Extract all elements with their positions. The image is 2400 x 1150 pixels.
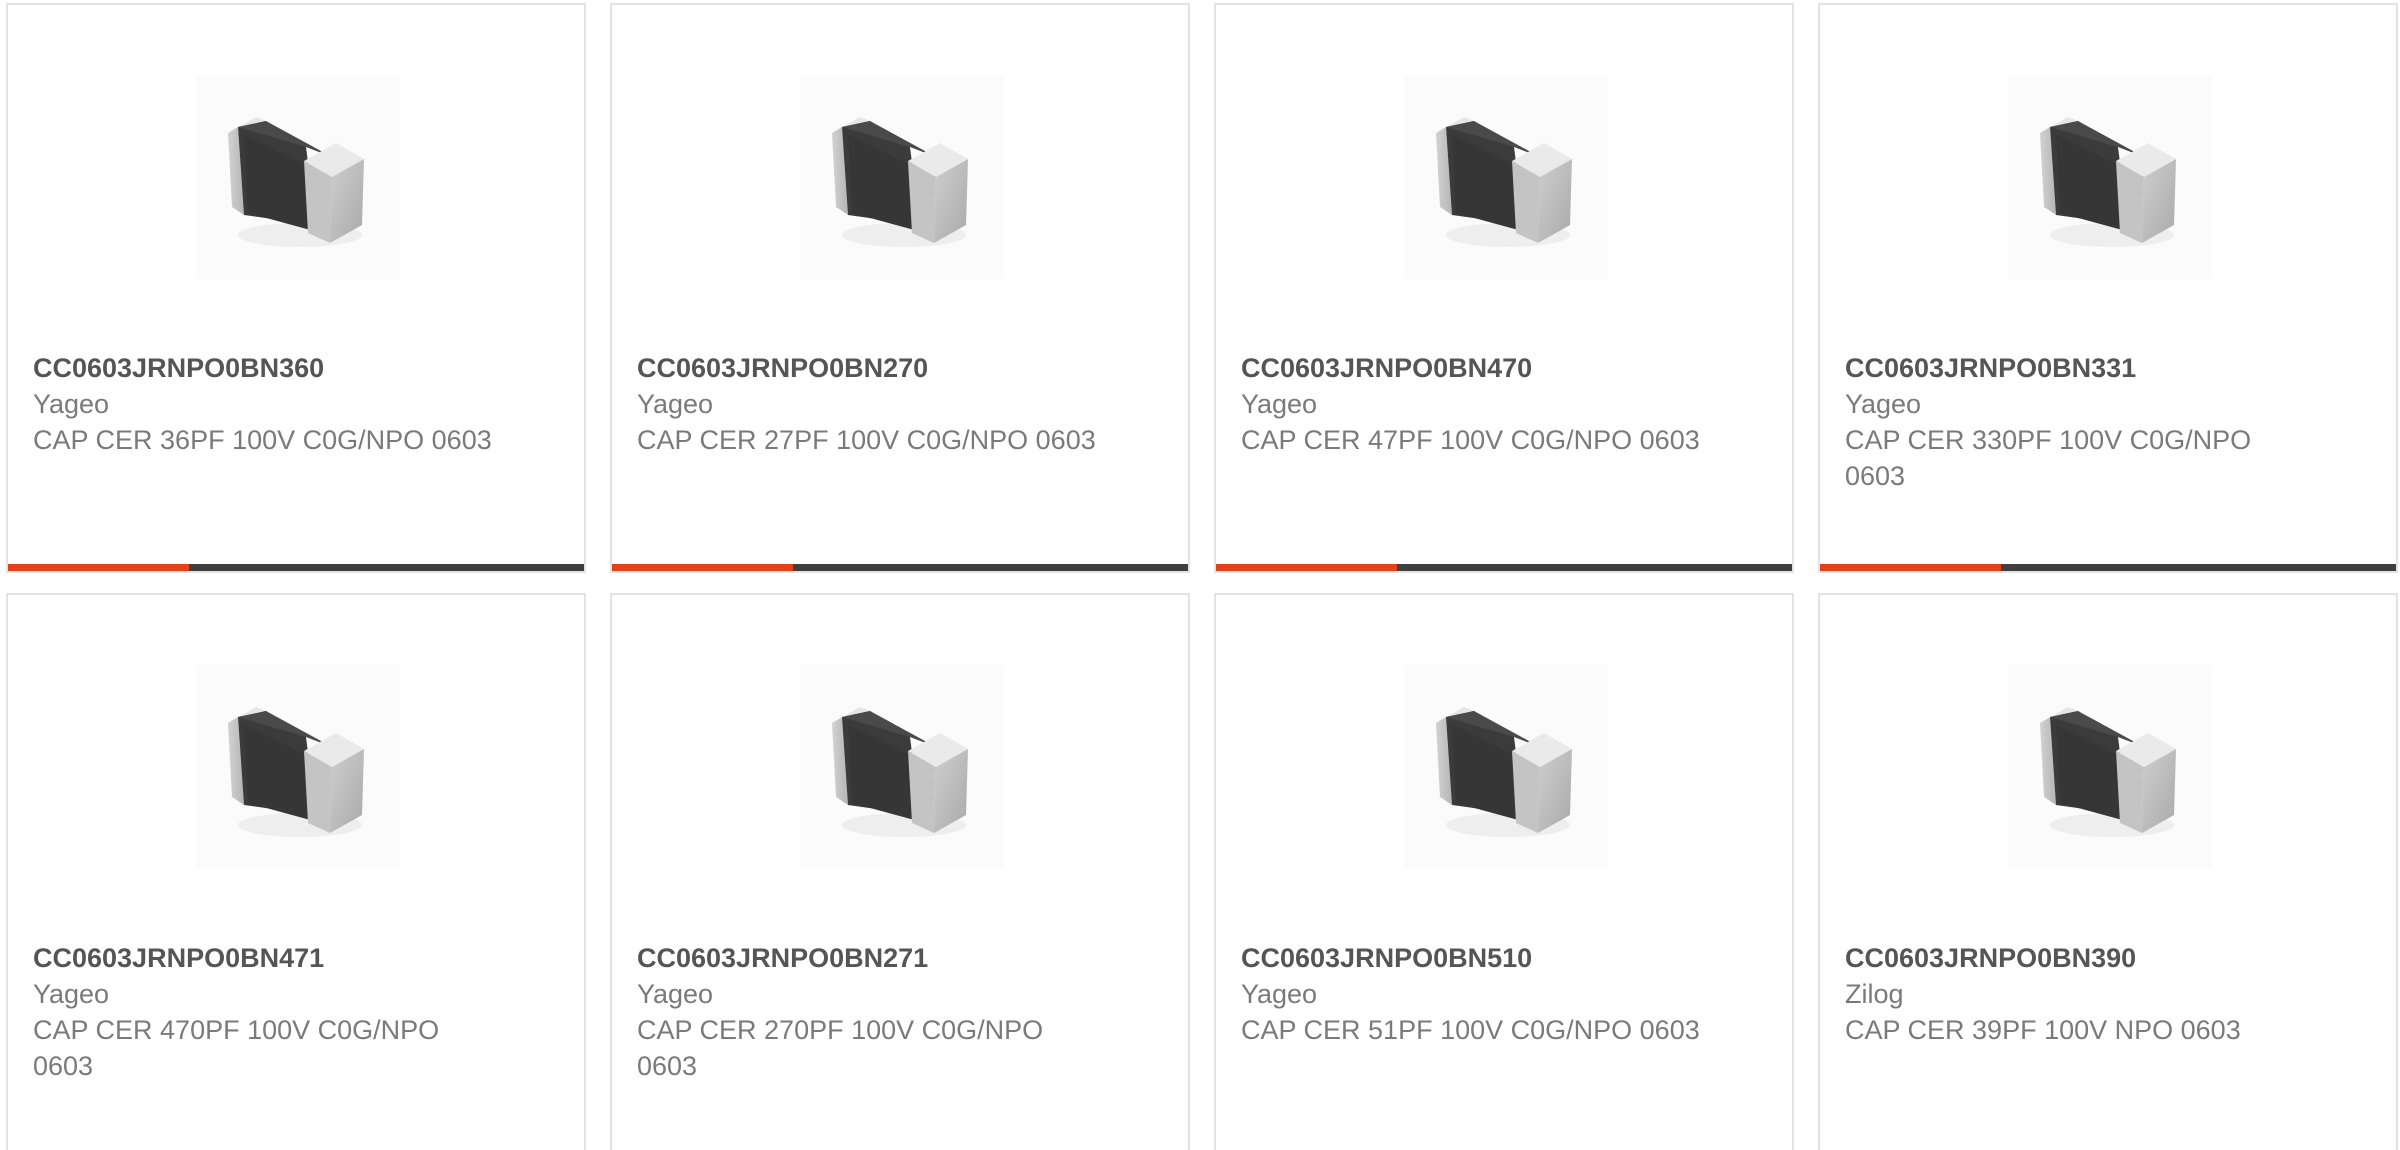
- product-info: CC0603JRNPO0BN471 Yageo CAP CER 470PF 10…: [33, 940, 553, 1084]
- manufacturer: Yageo: [1241, 979, 1318, 1009]
- progress-bar-fill: [612, 564, 794, 571]
- description: CAP CER 39PF 100V NPO 0603: [1845, 1015, 2241, 1045]
- manufacturer: Yageo: [33, 979, 110, 1009]
- product-card[interactable]: CC0603JRNPO0BN471 Yageo CAP CER 470PF 10…: [6, 593, 586, 1150]
- progress-bar-fill: [1216, 564, 1398, 571]
- product-card[interactable]: CC0603JRNPO0BN390 Zilog CAP CER 39PF 100…: [1818, 593, 2398, 1150]
- product-card[interactable]: CC0603JRNPO0BN331 Yageo CAP CER 330PF 10…: [1818, 3, 2398, 573]
- part-number[interactable]: CC0603JRNPO0BN270: [637, 350, 1157, 386]
- product-info: CC0603JRNPO0BN510 Yageo CAP CER 51PF 100…: [1241, 940, 1761, 1048]
- smd-capacitor-icon: [800, 75, 1004, 279]
- product-info: CC0603JRNPO0BN390 Zilog CAP CER 39PF 100…: [1845, 940, 2365, 1048]
- manufacturer: Yageo: [1845, 389, 1922, 419]
- product-info: CC0603JRNPO0BN360 Yageo CAP CER 36PF 100…: [33, 350, 553, 458]
- product-card[interactable]: CC0603JRNPO0BN470 Yageo CAP CER 47PF 100…: [1214, 3, 1794, 573]
- description: CAP CER 51PF 100V C0G/NPO 0603: [1241, 1015, 1700, 1045]
- product-card[interactable]: CC0603JRNPO0BN270 Yageo CAP CER 27PF 100…: [610, 3, 1190, 573]
- description: CAP CER 47PF 100V C0G/NPO 0603: [1241, 425, 1700, 455]
- description: CAP CER 470PF 100V C0G/NPO 0603: [33, 1015, 440, 1081]
- product-card[interactable]: CC0603JRNPO0BN360 Yageo CAP CER 36PF 100…: [6, 3, 586, 573]
- progress-bar-fill: [8, 564, 190, 571]
- progress-bar: [612, 564, 1188, 571]
- part-number[interactable]: CC0603JRNPO0BN360: [33, 350, 553, 386]
- part-number[interactable]: CC0603JRNPO0BN271: [637, 940, 1157, 976]
- part-number[interactable]: CC0603JRNPO0BN510: [1241, 940, 1761, 976]
- progress-bar: [1216, 564, 1792, 571]
- manufacturer: Yageo: [637, 979, 714, 1009]
- manufacturer: Yageo: [33, 389, 110, 419]
- product-card[interactable]: CC0603JRNPO0BN510 Yageo CAP CER 51PF 100…: [1214, 593, 1794, 1150]
- product-info: CC0603JRNPO0BN270 Yageo CAP CER 27PF 100…: [637, 350, 1157, 458]
- description: CAP CER 270PF 100V C0G/NPO 0603: [637, 1015, 1044, 1081]
- description: CAP CER 330PF 100V C0G/NPO 0603: [1845, 425, 2252, 491]
- smd-capacitor-icon: [1404, 665, 1608, 869]
- part-number[interactable]: CC0603JRNPO0BN470: [1241, 350, 1761, 386]
- smd-capacitor-icon: [2008, 75, 2212, 279]
- part-number[interactable]: CC0603JRNPO0BN331: [1845, 350, 2365, 386]
- product-card[interactable]: CC0603JRNPO0BN271 Yageo CAP CER 270PF 10…: [610, 593, 1190, 1150]
- description: CAP CER 36PF 100V C0G/NPO 0603: [33, 425, 492, 455]
- progress-bar-fill: [1820, 564, 2002, 571]
- smd-capacitor-icon: [196, 665, 400, 869]
- description: CAP CER 27PF 100V C0G/NPO 0603: [637, 425, 1096, 455]
- manufacturer: Yageo: [1241, 389, 1318, 419]
- manufacturer: Zilog: [1845, 979, 1904, 1009]
- progress-bar: [8, 564, 584, 571]
- progress-bar: [1820, 564, 2396, 571]
- manufacturer: Yageo: [637, 389, 714, 419]
- product-info: CC0603JRNPO0BN271 Yageo CAP CER 270PF 10…: [637, 940, 1157, 1084]
- smd-capacitor-icon: [196, 75, 400, 279]
- part-number[interactable]: CC0603JRNPO0BN471: [33, 940, 553, 976]
- part-number[interactable]: CC0603JRNPO0BN390: [1845, 940, 2365, 976]
- smd-capacitor-icon: [800, 665, 1004, 869]
- smd-capacitor-icon: [1404, 75, 1608, 279]
- product-info: CC0603JRNPO0BN470 Yageo CAP CER 47PF 100…: [1241, 350, 1761, 458]
- product-info: CC0603JRNPO0BN331 Yageo CAP CER 330PF 10…: [1845, 350, 2365, 494]
- product-grid: CC0603JRNPO0BN360 Yageo CAP CER 36PF 100…: [0, 0, 2400, 1150]
- smd-capacitor-icon: [2008, 665, 2212, 869]
